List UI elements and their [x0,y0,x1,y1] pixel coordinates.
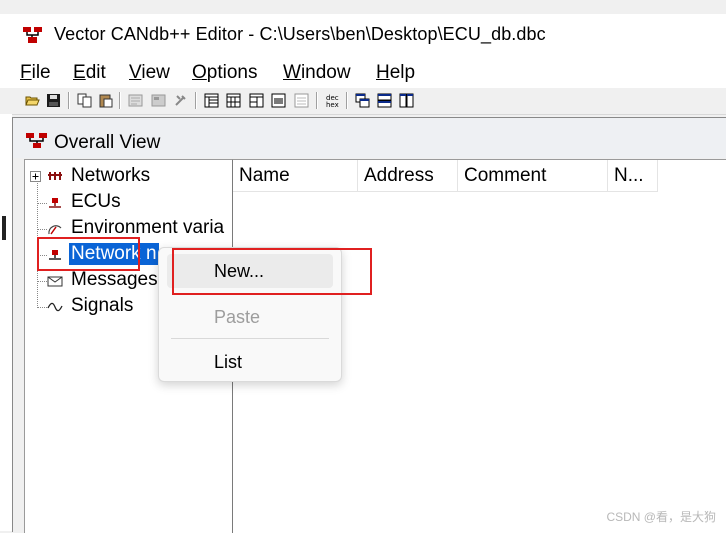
annotation-box-tree [37,237,140,271]
view-image-icon[interactable] [271,93,286,108]
message-icon [47,276,63,287]
column-header-name[interactable]: Name [233,160,358,192]
child-window-title: Overall View [54,132,161,153]
tree-label-ecus: ECUs [71,191,121,212]
save-icon[interactable] [46,93,61,108]
environment-icon [48,225,62,235]
expand-icon[interactable] [30,171,41,182]
tile-vertical-icon[interactable] [399,93,414,108]
ecu-icon [49,198,61,208]
view-report-icon[interactable] [294,93,309,108]
tree-item-ecus[interactable]: ECUs [25,190,232,216]
menu-file[interactable]: File [20,62,51,84]
menu-bar: File Edit View Options Window Help [0,58,726,88]
left-edge [0,114,12,531]
paste-icon[interactable] [98,93,113,108]
menu-separator [171,338,329,339]
menu-view[interactable]: View [129,62,170,84]
copy-icon[interactable] [77,93,92,108]
view-list-icon[interactable] [204,93,219,108]
toolbar: dec hex [0,88,726,115]
tools-icon[interactable] [173,93,188,108]
tree-label-signals: Signals [71,295,134,316]
menu-help[interactable]: Help [376,62,415,84]
signal-icon [47,302,63,312]
view-details-icon[interactable] [249,93,264,108]
attributes-icon[interactable] [151,93,166,108]
tile-horizontal-icon[interactable] [377,93,392,108]
cascade-icon[interactable] [355,93,370,108]
menu-item-list[interactable]: List [167,345,333,379]
menu-window[interactable]: Window [283,62,351,84]
menu-edit[interactable]: Edit [73,62,106,84]
edge-mark [2,216,6,240]
annotation-box-new [172,248,372,295]
column-header-n[interactable]: N... [608,160,658,192]
overall-view-icon [26,133,47,148]
window-title: Vector CANdb++ Editor - C:\Users\ben\Des… [54,24,546,44]
tree-label-messages: Messages [71,269,158,290]
app-icon [23,27,42,43]
open-icon[interactable] [25,93,40,108]
overall-view-window: Overall View Networks ECUs Environment v… [12,117,726,533]
tree-label-environment: Environment varia [71,217,225,238]
view-grid-icon[interactable] [226,93,241,108]
menu-item-paste[interactable]: Paste [167,300,333,334]
svg-text:hex: hex [326,101,339,108]
title-bar: Vector CANdb++ Editor - C:\Users\ben\Des… [0,14,726,58]
menu-options[interactable]: Options [192,62,257,84]
tree-label-networks: Networks [71,165,151,186]
column-header-comment[interactable]: Comment [458,160,608,192]
column-header-address[interactable]: Address [358,160,458,192]
properties-icon[interactable] [128,93,143,108]
networks-icon [48,172,62,180]
watermark: CSDN @看，是大狗 [606,510,716,524]
child-title-bar: Overall View [13,118,726,158]
tree-item-networks[interactable]: Networks [25,164,232,190]
hex-dec-icon[interactable]: dechex [325,93,341,108]
